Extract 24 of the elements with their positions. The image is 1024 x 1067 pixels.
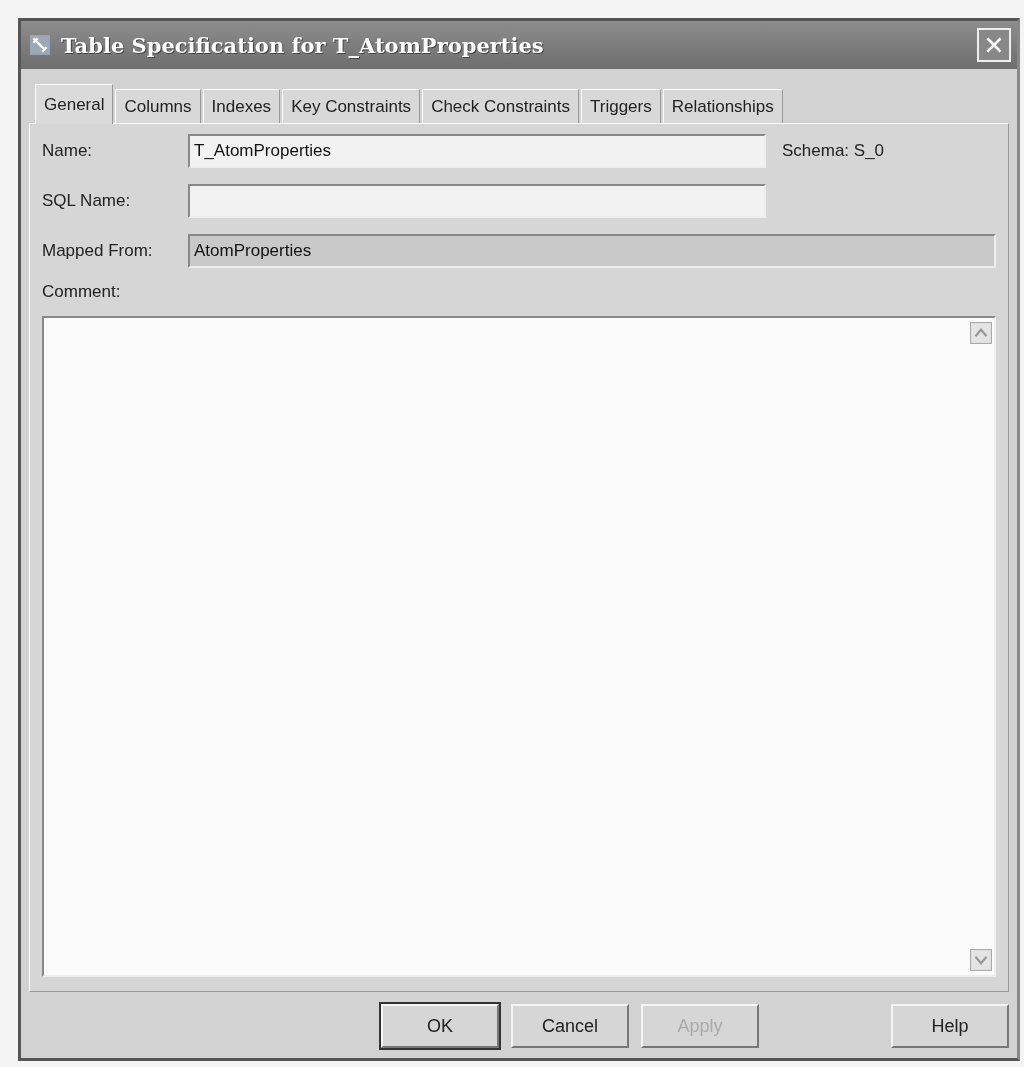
tab[interactable]: Key Constraints [282, 89, 421, 123]
text-field[interactable]: T_AtomProperties [188, 134, 766, 168]
tab[interactable]: Triggers [581, 89, 661, 123]
dialog-button[interactable]: Help [891, 1004, 1009, 1048]
dialog-button[interactable]: Cancel [511, 1004, 629, 1048]
window-title: Table Specification for T_AtomProperties [61, 32, 545, 58]
comment-label: Comment: [42, 282, 122, 302]
field-label: SQL Name: [42, 191, 132, 211]
tab[interactable]: Columns [115, 89, 201, 123]
tab[interactable]: Relationships [662, 89, 783, 123]
tab[interactable]: Indexes [202, 89, 281, 123]
text-field[interactable]: AtomProperties [188, 234, 996, 268]
tool-icon [29, 34, 51, 56]
scroll-up-icon[interactable] [970, 322, 992, 344]
tab[interactable]: General [35, 84, 114, 124]
text-field[interactable] [188, 184, 766, 218]
close-button[interactable] [977, 28, 1011, 62]
comment-field[interactable] [42, 316, 996, 977]
schema-label: Schema: S_0 [782, 141, 885, 161]
scroll-down-icon[interactable] [970, 949, 992, 971]
tab[interactable]: Check Constraints [422, 89, 579, 123]
dialog-button[interactable]: OK [381, 1004, 499, 1048]
field-label: Name: [42, 141, 94, 161]
field-label: Mapped From: [42, 241, 154, 261]
